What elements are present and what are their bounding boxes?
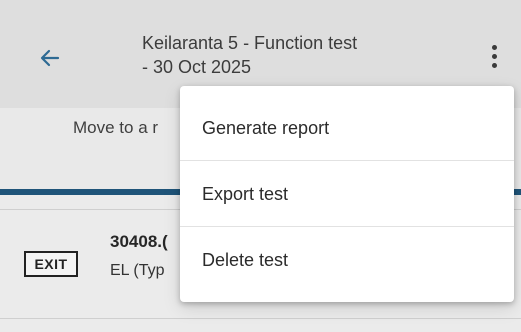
menu-item-delete-test[interactable]: Delete test [180, 228, 514, 293]
page-title: Keilaranta 5 - Function test - 30 Oct 20… [142, 33, 358, 77]
exit-sign-icon: EXIT [24, 251, 78, 277]
menu-divider [180, 226, 514, 227]
arrow-left-icon [40, 49, 60, 67]
list-item-subtitle: EL (Typ [110, 262, 165, 279]
menu-divider [180, 160, 514, 161]
menu-item-generate-report[interactable]: Generate report [180, 96, 514, 161]
list-item-title[interactable]: 30408.( [110, 232, 168, 252]
menu-item-export-test[interactable]: Export test [180, 162, 514, 227]
more-options-button[interactable] [482, 38, 506, 74]
back-button[interactable] [32, 40, 68, 76]
options-menu: Generate report Export test Delete test [180, 86, 514, 302]
more-vertical-icon [491, 44, 497, 50]
divider [0, 318, 521, 319]
instruction-text: Move to a r [73, 118, 159, 137]
